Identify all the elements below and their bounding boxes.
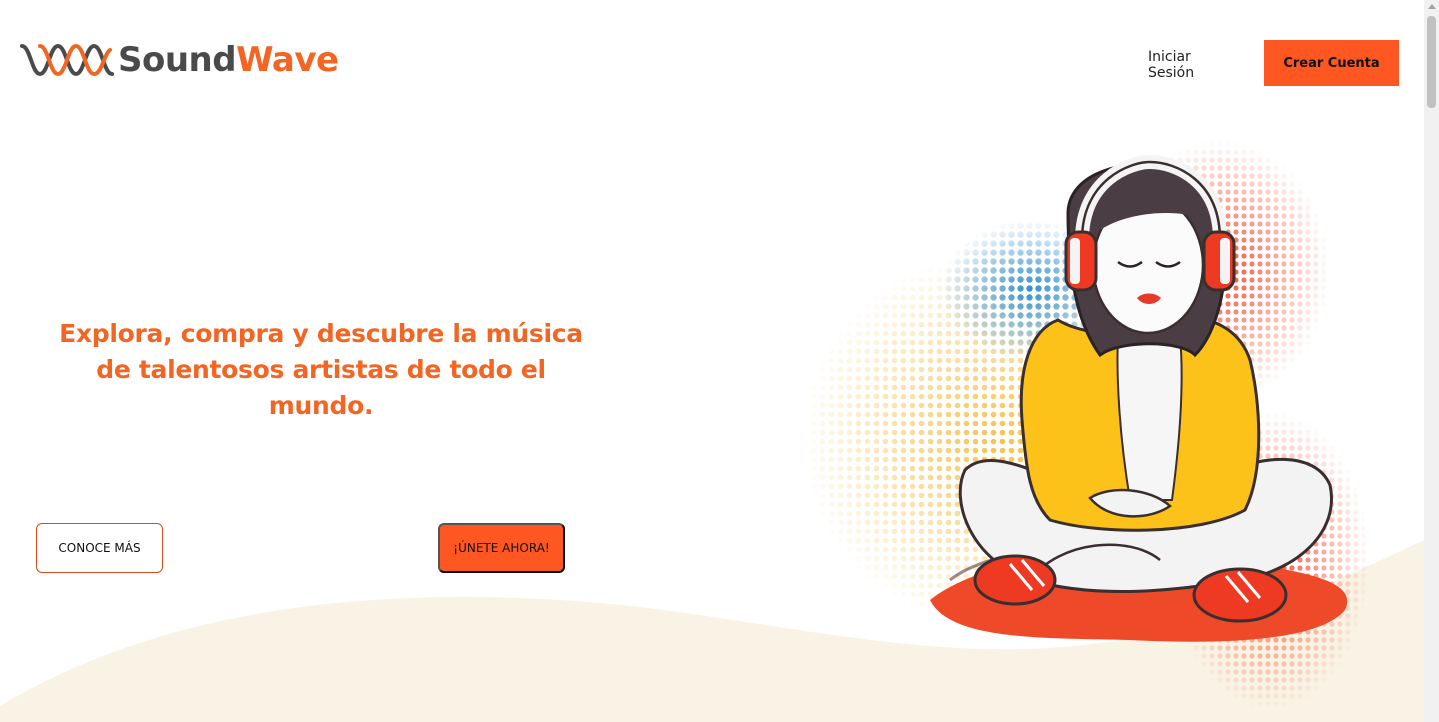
hero-heading: Explora, compra y descubre la música de … bbox=[59, 319, 583, 420]
learn-more-button[interactable]: CONOCE MÁS bbox=[36, 523, 163, 573]
login-link[interactable]: Iniciar Sesión bbox=[1148, 49, 1240, 81]
page: SoundWave Iniciar Sesión Crear Cuenta Ex… bbox=[0, 0, 1424, 722]
wave-logo-icon bbox=[20, 43, 114, 77]
scrollbar-thumb[interactable] bbox=[1427, 16, 1436, 108]
brand-name-part1: Sound bbox=[118, 40, 237, 80]
vertical-scrollbar[interactable] bbox=[1424, 0, 1439, 722]
scroll-up-arrow-icon[interactable] bbox=[1428, 4, 1436, 9]
brand-name-part2: Wave bbox=[236, 40, 339, 80]
girl-with-headphones-illustration bbox=[800, 140, 1390, 710]
join-now-button[interactable]: ¡ÚNETE AHORA! bbox=[438, 523, 565, 573]
brand-name: SoundWave bbox=[118, 43, 339, 77]
brand-logo[interactable]: SoundWave bbox=[18, 38, 339, 82]
signup-button[interactable]: Crear Cuenta bbox=[1264, 40, 1399, 86]
